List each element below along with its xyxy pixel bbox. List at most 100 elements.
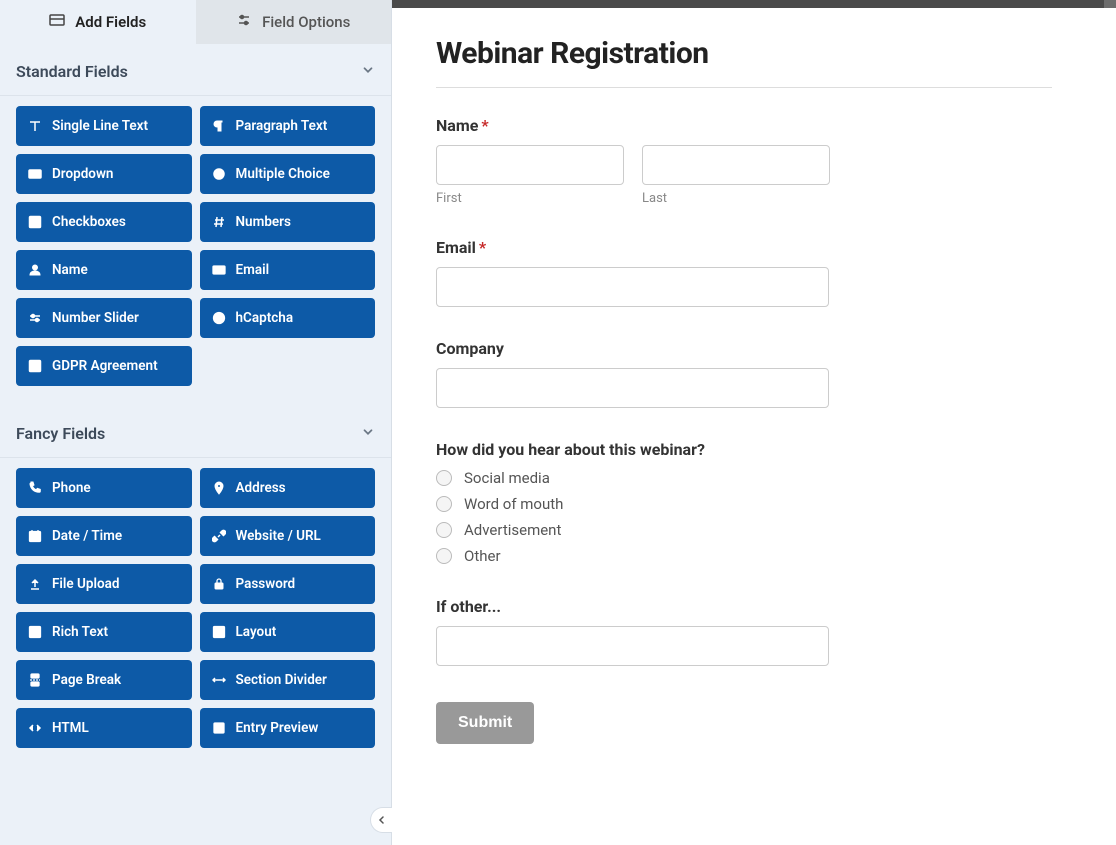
section-header-fancy[interactable]: Fancy Fields [0, 406, 391, 458]
chevron-down-icon [361, 62, 375, 81]
tab-add-fields[interactable]: Add Fields [0, 0, 196, 44]
field-checkboxes[interactable]: Checkboxes [16, 202, 192, 242]
field-section-divider[interactable]: Section Divider [200, 660, 376, 700]
field-single-line-text[interactable]: Single Line Text [16, 106, 192, 146]
field-email[interactable]: Email [200, 250, 376, 290]
field-label: Single Line Text [52, 118, 148, 134]
field-date-time[interactable]: Date / Time [16, 516, 192, 556]
field-label: Page Break [52, 672, 121, 688]
field-address[interactable]: Address [200, 468, 376, 508]
radio-input[interactable] [436, 470, 452, 486]
radio-label: Advertisement [464, 521, 561, 539]
field-label: Layout [236, 624, 277, 640]
field-dropdown[interactable]: Dropdown [16, 154, 192, 194]
email-label: Email* [436, 238, 1052, 257]
first-name-input[interactable] [436, 145, 624, 185]
calendar-icon [28, 529, 42, 543]
field-numbers[interactable]: Numbers [200, 202, 376, 242]
radio-icon [212, 167, 226, 181]
field-website-url[interactable]: Website / URL [200, 516, 376, 556]
field-label: File Upload [52, 576, 120, 592]
field-block-hear: How did you hear about this webinar? Soc… [436, 440, 1052, 565]
field-label: Password [236, 576, 296, 592]
radio-label: Word of mouth [464, 495, 563, 513]
field-name[interactable]: Name [16, 250, 192, 290]
paragraph-icon [212, 119, 226, 133]
html-icon [28, 721, 42, 735]
section-label: Standard Fields [16, 62, 128, 81]
submit-button[interactable]: Submit [436, 702, 534, 744]
slider-icon [28, 311, 42, 325]
divider-icon [212, 673, 226, 687]
radio-other[interactable]: Other [436, 547, 1052, 565]
field-multiple-choice[interactable]: Multiple Choice [200, 154, 376, 194]
field-label: Paragraph Text [236, 118, 328, 134]
field-gdpr-agreement[interactable]: GDPR Agreement [16, 346, 192, 386]
field-block-email: Email* [436, 238, 1052, 307]
add-fields-icon [49, 12, 65, 32]
field-options-icon [236, 12, 252, 32]
field-phone[interactable]: Phone [16, 468, 192, 508]
layout-icon [212, 625, 226, 639]
link-icon [212, 529, 226, 543]
field-rich-text[interactable]: Rich Text [16, 612, 192, 652]
field-paragraph-text[interactable]: Paragraph Text [200, 106, 376, 146]
required-asterisk: * [479, 238, 486, 257]
name-label: Name* [436, 116, 1052, 135]
field-entry-preview[interactable]: Entry Preview [200, 708, 376, 748]
phone-icon [28, 481, 42, 495]
field-label: Dropdown [52, 166, 113, 182]
field-number-slider[interactable]: Number Slider [16, 298, 192, 338]
section-header-standard[interactable]: Standard Fields [0, 44, 391, 96]
svg-text:?: ? [216, 316, 220, 323]
title-divider [436, 87, 1052, 88]
sidebar-collapse-toggle[interactable] [370, 807, 392, 833]
field-label: Numbers [236, 214, 291, 230]
form-preview: Webinar Registration Name* First Last [392, 0, 1116, 845]
field-layout[interactable]: Layout [200, 612, 376, 652]
field-label: HTML [52, 720, 89, 736]
text-icon [28, 119, 42, 133]
email-icon [212, 263, 226, 277]
page-break-icon [28, 673, 42, 687]
tab-field-options[interactable]: Field Options [196, 0, 392, 44]
field-page-break[interactable]: Page Break [16, 660, 192, 700]
captcha-icon: ? [212, 311, 226, 325]
upload-icon [28, 577, 42, 591]
form-title: Webinar Registration [436, 36, 1052, 87]
field-label: hCaptcha [236, 310, 294, 326]
field-label: Phone [52, 480, 91, 496]
other-label: If other... [436, 597, 1052, 616]
radio-input[interactable] [436, 548, 452, 564]
fancy-fields-grid: Phone Address Date / Time Website / URL … [0, 458, 391, 768]
field-label: Checkboxes [52, 214, 126, 230]
last-name-input[interactable] [642, 145, 830, 185]
email-input[interactable] [436, 267, 829, 307]
field-hcaptcha[interactable]: ? hCaptcha [200, 298, 376, 338]
field-label: Entry Preview [236, 720, 319, 736]
other-input[interactable] [436, 626, 829, 666]
radio-advertisement[interactable]: Advertisement [436, 521, 1052, 539]
sidebar-tabs: Add Fields Field Options [0, 0, 391, 44]
radio-input[interactable] [436, 496, 452, 512]
user-icon [28, 263, 42, 277]
field-label: Multiple Choice [236, 166, 330, 182]
field-file-upload[interactable]: File Upload [16, 564, 192, 604]
field-label: Date / Time [52, 528, 122, 544]
section-label: Fancy Fields [16, 424, 105, 443]
radio-input[interactable] [436, 522, 452, 538]
field-password[interactable]: Password [200, 564, 376, 604]
radio-word-of-mouth[interactable]: Word of mouth [436, 495, 1052, 513]
field-html[interactable]: HTML [16, 708, 192, 748]
radio-label: Social media [464, 469, 550, 487]
field-label: Number Slider [52, 310, 139, 326]
hash-icon [212, 215, 226, 229]
company-input[interactable] [436, 368, 829, 408]
chevron-down-icon [361, 424, 375, 443]
scrollbar[interactable] [1104, 0, 1116, 8]
radio-social-media[interactable]: Social media [436, 469, 1052, 487]
field-block-other: If other... [436, 597, 1052, 666]
company-label: Company [436, 339, 1052, 358]
address-icon [212, 481, 226, 495]
dropdown-icon [28, 167, 42, 181]
